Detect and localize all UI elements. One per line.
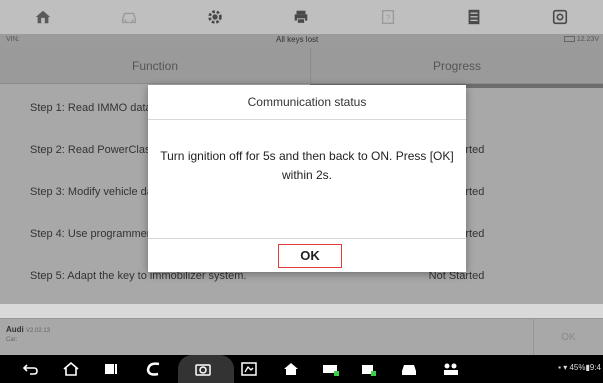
status-area: ▪ ▾ 45%▮9:4 [558, 363, 601, 372]
communication-dialog: Communication status Turn ignition off f… [148, 85, 466, 272]
back-icon[interactable] [22, 360, 40, 378]
remote-expert-icon[interactable] [442, 360, 460, 378]
camera-icon[interactable] [194, 360, 212, 378]
dialog-footer: OK [148, 238, 466, 272]
car-service-icon[interactable] [400, 360, 418, 378]
dialog-ok-button[interactable]: OK [278, 244, 342, 268]
battery-test-icon[interactable] [360, 360, 378, 378]
screen-record-icon[interactable] [240, 360, 258, 378]
vci-icon[interactable] [322, 360, 340, 378]
modal-overlay: Communication status Turn ignition off f… [0, 0, 603, 355]
dialog-title: Communication status [148, 85, 466, 120]
battery-percent: 45% [569, 363, 586, 372]
dialog-message: Turn ignition off for 5s and then back t… [160, 149, 454, 182]
home-nav-icon[interactable] [62, 360, 80, 378]
autel-icon[interactable] [145, 360, 163, 378]
diagnostic-home-icon[interactable] [282, 360, 300, 378]
clock: 9:4 [589, 363, 601, 372]
recent-apps-icon[interactable] [102, 360, 120, 378]
android-nav-bar: ▪ ▾ 45%▮9:4 [0, 355, 603, 383]
